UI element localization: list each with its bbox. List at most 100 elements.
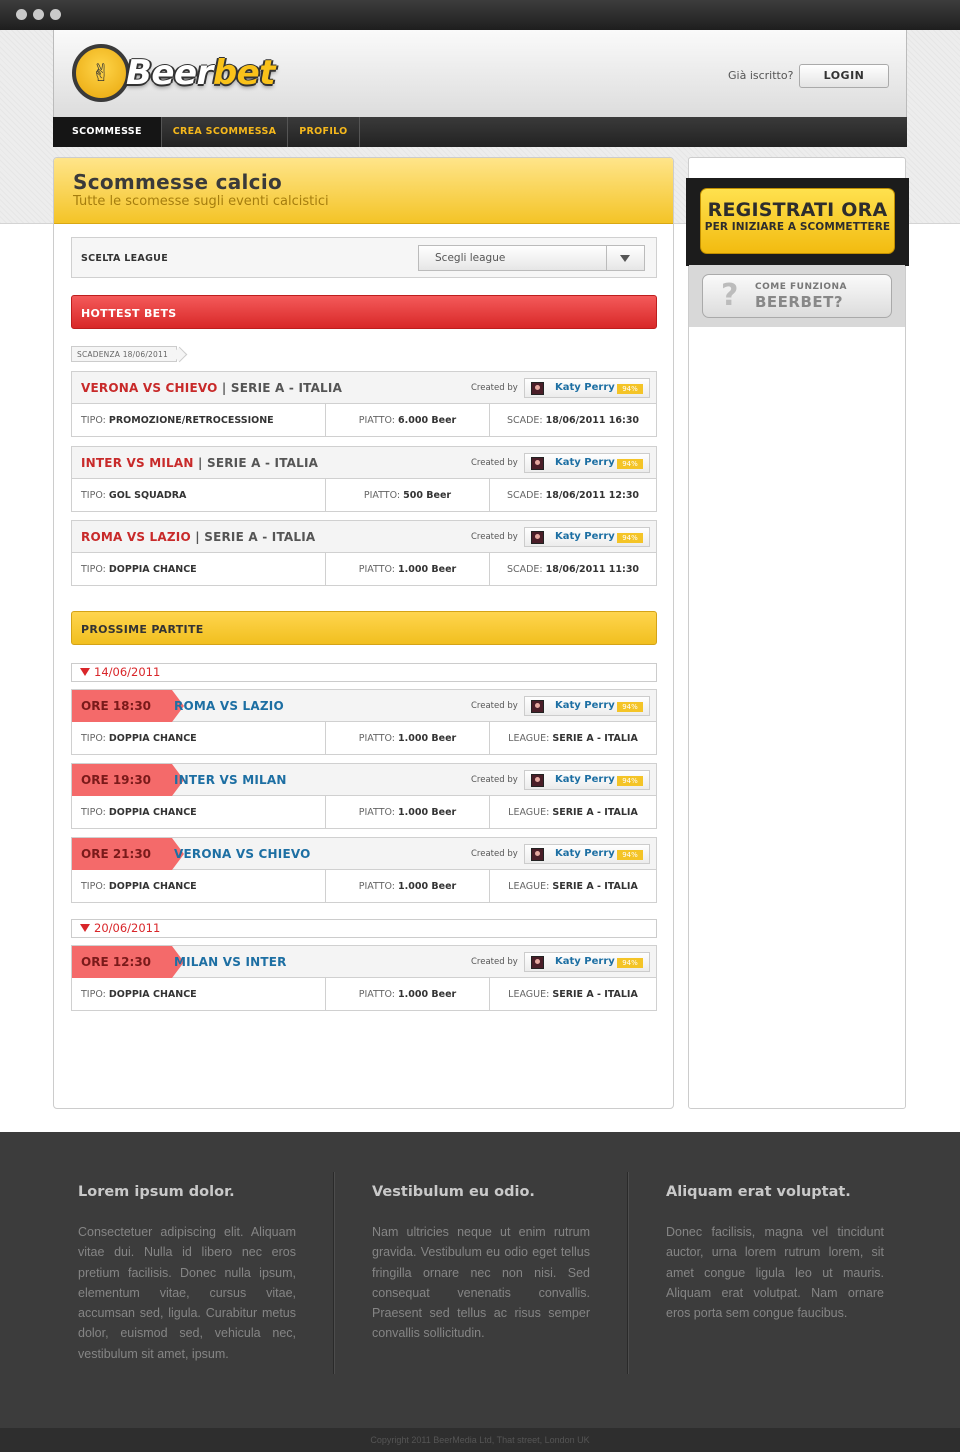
type-label: TIPO: [81, 564, 106, 575]
match-card[interactable]: ORE 21:30 VERONA VS CHIEVO Created by Ka… [71, 837, 657, 903]
pot-label: PIATTO: [358, 733, 396, 744]
time-tag: ORE 18:30 [72, 690, 184, 722]
register-subtitle: PER INIZIARE A SCOMMETTERE [704, 221, 891, 233]
user-name[interactable]: Katy Perry [555, 774, 615, 785]
user-rating: 94% [617, 850, 643, 860]
pot-label: PIATTO: [358, 564, 396, 575]
bet-type: TIPO: DOPPIA CHANCE [72, 870, 326, 903]
match-name[interactable]: INTER VS MILAN [174, 773, 287, 787]
type-value: DOPPIA CHANCE [108, 989, 197, 1000]
type-value: PROMOZIONE/RETROCESSIONE [108, 415, 274, 426]
logo-text: Beerbet [126, 53, 275, 93]
league-label: LEAGUE: [508, 989, 550, 1000]
page-header: Scommesse calcio Tutte le scomesse sugli… [54, 158, 673, 224]
user-badge[interactable]: Katy Perry 94% [524, 527, 650, 547]
user-name[interactable]: Katy Perry [555, 382, 615, 393]
footer-column-title: Aliquam erat voluptat. [666, 1184, 851, 1200]
pot-value: 1.000 Beer [398, 989, 457, 1000]
user-rating: 94% [617, 459, 643, 469]
how-it-works-line2: BEERBET? [755, 293, 844, 311]
match-card[interactable]: ORE 18:30 ROMA VS LAZIO Created by Katy … [71, 689, 657, 755]
nav-item-profilo[interactable]: PROFILO [288, 117, 360, 147]
register-button[interactable]: REGISTRATI ORA PER INIZIARE A SCOMMETTER… [700, 188, 895, 254]
how-it-works-line1: COME FUNZIONA [755, 282, 848, 292]
pot-label: PIATTO: [358, 881, 396, 892]
chevron-down-icon[interactable] [606, 246, 644, 270]
match-league: SERIE A - ITALIA [206, 456, 319, 470]
match-title: INTER VS MILAN | SERIE A - ITALIA [81, 456, 318, 470]
pot-label: PIATTO: [358, 415, 396, 426]
type-label: TIPO: [81, 415, 106, 426]
match-league: SERIE A - ITALIA [230, 381, 343, 395]
page-subtitle: Tutte le scomesse sugli eventi calcistic… [73, 194, 329, 209]
type-label: TIPO: [81, 733, 106, 744]
deadline-tag: SCADENZA 18/06/2011 [71, 346, 177, 362]
match-card[interactable]: ORE 19:30 INTER VS MILAN Created by Katy… [71, 763, 657, 829]
league-label: LEAGUE: [508, 733, 550, 744]
logo[interactable]: ✌ Beerbet [72, 44, 275, 102]
match-league: SERIE A - ITALIA [204, 530, 316, 544]
main-nav: SCOMMESSE CREA SCOMMESSA PROFILO [53, 117, 907, 147]
created-by-label: Created by [471, 775, 518, 785]
login-button[interactable]: LOGIN [799, 64, 889, 88]
user-badge[interactable]: Katy Perry 94% [524, 770, 650, 790]
match-name[interactable]: VERONA VS CHIEVO [81, 381, 218, 395]
upcoming-header: PROSSIME PARTITE [71, 611, 657, 645]
match-name[interactable]: VERONA VS CHIEVO [174, 847, 311, 861]
league-select-value: Scegli league [435, 252, 506, 264]
page-title: Scommesse calcio [73, 170, 283, 194]
match-card[interactable]: ORE 12:30 MILAN VS INTER Created by Katy… [71, 945, 657, 1011]
league-select[interactable]: Scegli league [418, 245, 645, 271]
avatar [531, 457, 544, 470]
how-it-works-button[interactable]: ? COME FUNZIONA BEERBET? [702, 274, 892, 318]
bet-pot: PIATTO: 1.000 Beer [326, 553, 490, 586]
date-group-header[interactable]: 20/06/2011 [71, 919, 657, 938]
user-name[interactable]: Katy Perry [555, 956, 615, 967]
user-badge[interactable]: Katy Perry 94% [524, 696, 650, 716]
window-dot-icon[interactable] [16, 9, 27, 20]
match-name[interactable]: ROMA VS LAZIO [81, 530, 191, 544]
pot-value: 500 Beer [403, 490, 452, 501]
footer-divider [627, 1172, 629, 1374]
user-badge[interactable]: Katy Perry 94% [524, 952, 650, 972]
bet-pot: PIATTO: 1.000 Beer [326, 722, 490, 755]
avatar [531, 700, 544, 713]
expiry-value: 18/06/2011 11:30 [545, 564, 640, 575]
user-name[interactable]: Katy Perry [555, 700, 615, 711]
user-rating: 94% [617, 702, 643, 712]
nav-item-crea-scommessa[interactable]: CREA SCOMMESSA [162, 117, 289, 147]
nav-item-scommesse[interactable]: SCOMMESSE [53, 117, 162, 147]
created-by-label: Created by [471, 957, 518, 967]
browser-chrome [0, 0, 960, 30]
match-name[interactable]: INTER VS MILAN [81, 456, 194, 470]
login-question: Già iscritto? [728, 69, 794, 82]
footer-column-text: Donec facilisis, magna vel tincidunt auc… [666, 1225, 884, 1321]
user-badge[interactable]: Katy Perry 94% [524, 453, 650, 473]
user-badge[interactable]: Katy Perry 94% [524, 844, 650, 864]
user-badge[interactable]: Katy Perry 94% [524, 378, 650, 398]
pot-label: PIATTO: [358, 807, 396, 818]
pot-value: 1.000 Beer [398, 733, 457, 744]
league-filter-label: SCELTA LEAGUE [81, 253, 168, 264]
user-name[interactable]: Katy Perry [555, 848, 615, 859]
pot-value: 6.000 Beer [398, 415, 457, 426]
user-name[interactable]: Katy Perry [555, 457, 615, 468]
type-label: TIPO: [81, 807, 106, 818]
match-name[interactable]: MILAN VS INTER [174, 955, 287, 969]
bet-card[interactable]: VERONA VS CHIEVO | SERIE A - ITALIA Crea… [71, 371, 657, 437]
bet-type: TIPO: PROMOZIONE/RETROCESSIONE [72, 404, 326, 437]
footer-column-title: Vestibulum eu odio. [372, 1184, 535, 1200]
user-name[interactable]: Katy Perry [555, 531, 615, 542]
match-title: ROMA VS LAZIO | SERIE A - ITALIA [81, 530, 315, 544]
bet-card[interactable]: INTER VS MILAN | SERIE A - ITALIA Create… [71, 446, 657, 512]
type-value: DOPPIA CHANCE [108, 733, 197, 744]
separator: | [221, 381, 227, 395]
bet-card[interactable]: ROMA VS LAZIO | SERIE A - ITALIA Created… [71, 520, 657, 586]
type-label: TIPO: [81, 989, 106, 1000]
date-group-header[interactable]: 14/06/2011 [71, 663, 657, 682]
match-name[interactable]: ROMA VS LAZIO [174, 699, 284, 713]
window-dot-icon[interactable] [50, 9, 61, 20]
bet-pot: PIATTO: 500 Beer [326, 479, 490, 512]
window-dot-icon[interactable] [33, 9, 44, 20]
pot-value: 1.000 Beer [398, 807, 457, 818]
